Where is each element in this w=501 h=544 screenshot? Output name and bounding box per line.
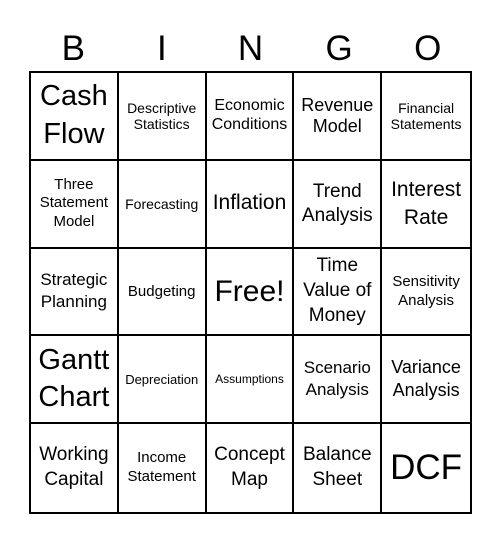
bingo-cell-financial-statements[interactable]: Financial Statements [382,73,470,161]
bingo-cell-three-statement-model[interactable]: Three Statement Model [31,160,119,249]
cell-label: DCF [390,447,463,487]
cell-label: Three Statement Model [39,175,109,231]
bingo-cell-time-value-of-money[interactable]: Time Value of Money [294,248,383,337]
bingo-cell-scenario-analysis[interactable]: Scenario Analysis [294,336,383,425]
cell-label: Assumptions [215,372,284,387]
bingo-cell-sensitivity-analysis[interactable]: Sensitivity Analysis [382,249,470,337]
bingo-cell-income-statement[interactable]: Income Statement [119,424,207,512]
cell-label: Variance Analysis [391,356,461,401]
bingo-cell-inflation[interactable]: Inflation [206,160,295,249]
cell-label: Concept Map [214,444,285,491]
bingo-cell-economic-conditions[interactable]: Economic Conditions [206,73,295,161]
bingo-cell-variance-analysis[interactable]: Variance Analysis [382,336,470,425]
cell-label: Descriptive Statistics [127,99,197,132]
bingo-cell-gantt-chart[interactable]: Gantt Chart [31,336,119,425]
header-letter-i: I [157,29,167,68]
cell-label: Inflation [212,191,287,215]
bingo-cell-interest-rate[interactable]: Interest Rate [382,161,470,249]
bingo-cell-revenue-model[interactable]: Revenue Model [294,73,383,161]
cell-label: Budgeting [127,282,196,300]
bingo-cell-forecasting[interactable]: Forecasting [118,160,207,249]
cell-label: Financial Statements [390,99,462,132]
cell-label: Economic Conditions [211,97,288,133]
cell-label: Time Value of Money [303,255,372,326]
cell-label: Revenue Model [301,94,374,136]
header-letter-g: G [325,29,353,68]
cell-label: Free! [214,274,285,308]
bingo-cell-depreciation[interactable]: Depreciation [118,336,207,425]
bingo-cell-working-capital[interactable]: Working Capital [31,424,119,512]
header-letter-n: N [237,29,264,68]
cell-label: Strategic Planning [40,270,108,312]
bingo-cell-budgeting[interactable]: Budgeting [118,248,207,337]
bingo-cell-dcf[interactable]: DCF [382,424,470,512]
bingo-cell-assumptions[interactable]: Assumptions [206,336,295,425]
header-letter-b: B [61,29,85,68]
bingo-board: Cash Flow Descriptive Statistics Economic C… [29,71,472,514]
header-letter-o: O [414,29,442,68]
cell-label: Depreciation [125,371,199,387]
cell-label: Scenario Analysis [303,358,371,400]
cell-label: Interest Rate [391,178,462,229]
bingo-cell-free-space[interactable]: Free! [206,248,295,337]
cell-label: Gantt Chart [38,343,110,414]
bingo-cell-descriptive-statistics[interactable]: Descriptive Statistics [118,73,207,161]
cell-label: Income Statement [127,449,196,486]
cell-label: Cash Flow [40,80,108,150]
bingo-header: B I N G O [29,27,472,71]
bingo-cell-trend-analysis[interactable]: Trend Analysis [294,160,383,249]
bingo-cell-balance-sheet[interactable]: Balance Sheet [294,424,383,512]
bingo-cell-cash-flow[interactable]: Cash Flow [31,73,119,161]
cell-label: Balance Sheet [302,444,372,491]
bingo-cell-concept-map[interactable]: Concept Map [207,424,295,512]
bingo-cell-strategic-planning[interactable]: Strategic Planning [31,248,119,337]
cell-label: Sensitivity Analysis [392,272,460,310]
cell-label: Forecasting [125,195,199,212]
cell-label: Trend Analysis [301,180,373,226]
cell-label: Working Capital [39,444,109,491]
